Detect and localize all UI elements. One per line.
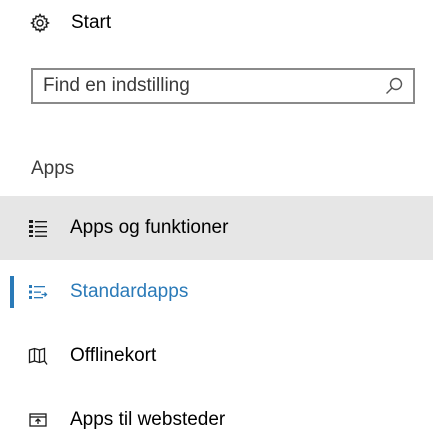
nav-item-label: Apps til websteder (70, 409, 226, 430)
nav-item-default-apps[interactable]: Standardapps (0, 260, 433, 324)
search-box[interactable] (31, 68, 415, 104)
nav-item-apps-for-websites[interactable]: Apps til websteder (0, 388, 433, 432)
settings-apps-pane: Start Apps (0, 0, 433, 432)
home-link[interactable]: Start (0, 0, 433, 46)
nav-item-label: Standardapps (70, 281, 189, 302)
search-input[interactable] (33, 70, 383, 102)
selection-indicator (10, 276, 14, 308)
nav-item-apps-features[interactable]: Apps og funktioner (0, 196, 433, 260)
nav-item-offline-maps[interactable]: Offlinekort (0, 324, 433, 388)
nav-item-label: Offlinekort (70, 345, 157, 366)
gear-icon (30, 13, 50, 33)
map-icon (26, 344, 50, 368)
section-title: Apps (31, 158, 75, 179)
default-apps-icon (26, 280, 50, 304)
open-website-icon (26, 408, 50, 432)
search-icon[interactable] (383, 75, 405, 97)
home-label: Start (71, 12, 112, 33)
nav-item-label: Apps og funktioner (70, 217, 229, 238)
apps-list-icon (26, 216, 50, 240)
